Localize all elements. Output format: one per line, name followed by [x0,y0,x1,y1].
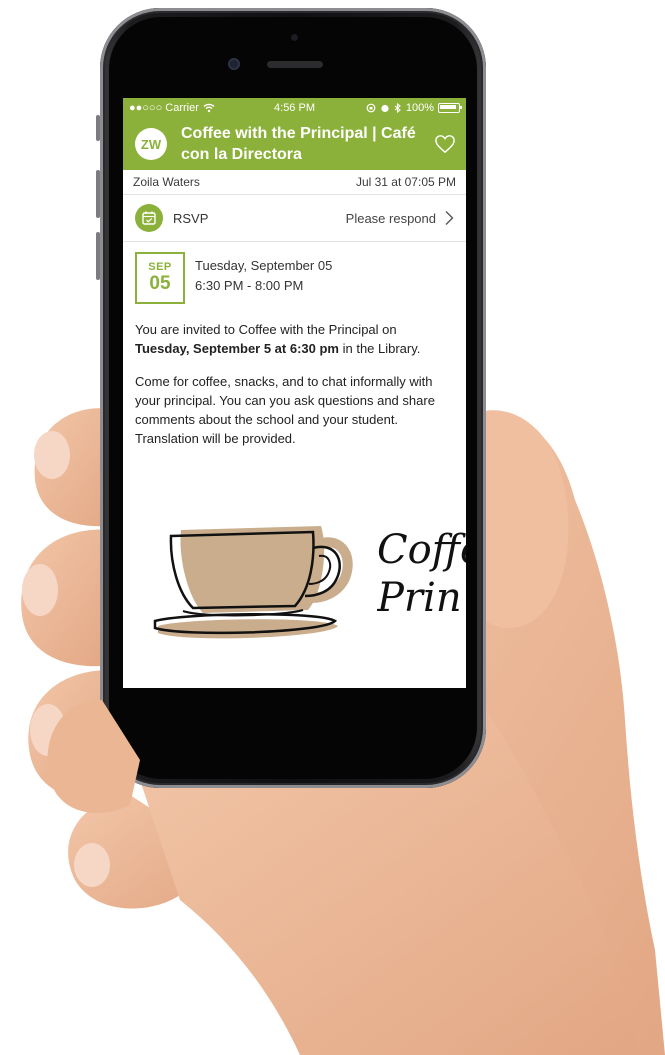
hand-thumb-foreground [47,700,140,813]
photo-scene: ●●○○○ Carrier 4:56 PM 100% ZW Coffee wit… [0,0,665,1055]
